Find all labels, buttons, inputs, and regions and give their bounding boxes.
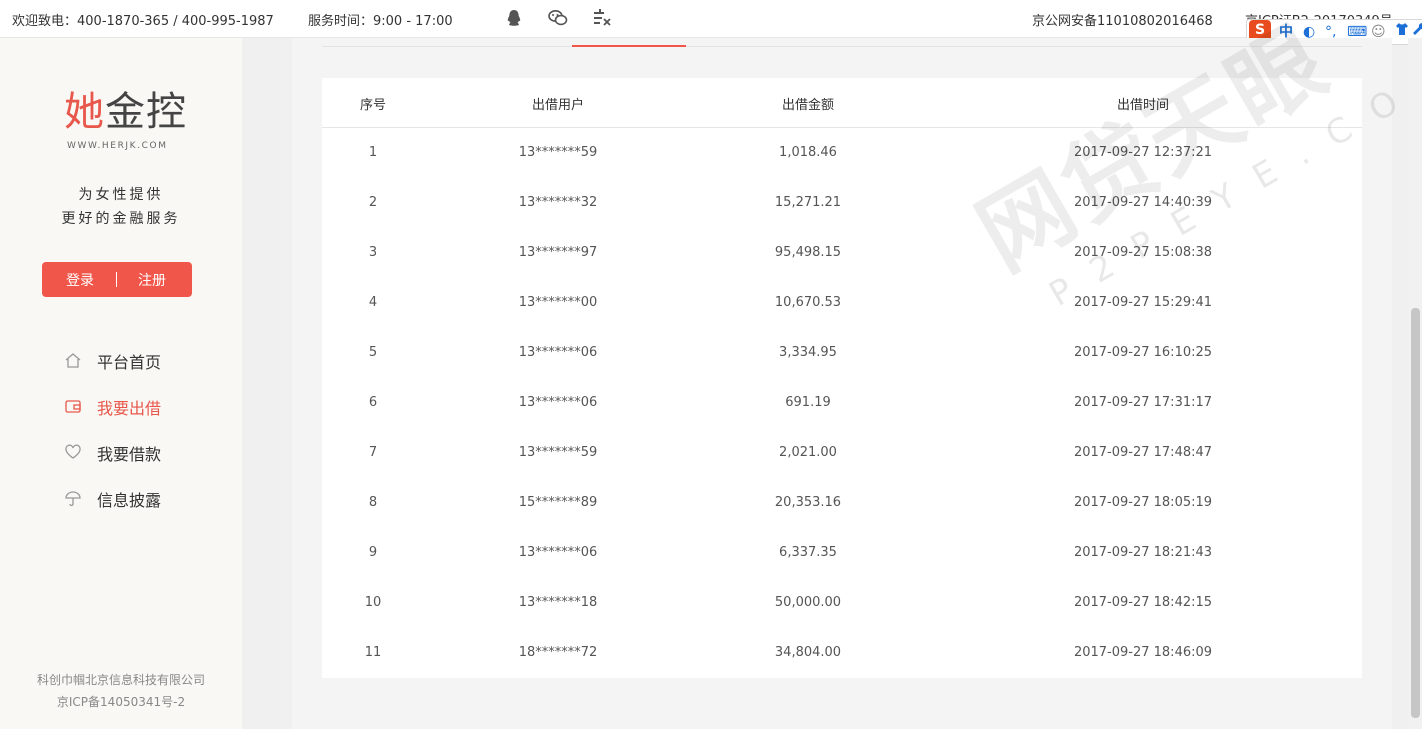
active-tab-indicator <box>572 45 686 47</box>
hotline-text: 欢迎致电：400-1870-365 / 400-995-1987 <box>12 14 274 29</box>
table-row: 5 13*******06 3,334.95 2017-09-27 16:10:25 <box>322 328 1362 378</box>
header-user: 出借用户 <box>531 98 585 113</box>
table-row: 10 13*******18 50,000.00 2017-09-27 18:42:1… <box>322 578 1362 628</box>
wechat-icon[interactable] <box>548 9 568 27</box>
header-time: 出借时间 <box>1116 98 1170 113</box>
nav-item-label: 我要出借 <box>97 399 162 418</box>
lending-records-table: 序号 出借用户 出借金额 出借时间 1 13*******59 1,018.46 20… <box>322 78 1362 678</box>
cell-time: 2017-09-27 17:31:17 <box>1073 395 1213 410</box>
heart-icon <box>64 443 82 461</box>
table-row: 9 13*******06 6,337.35 2017-09-27 18:21:43 <box>322 528 1362 578</box>
qq-icon[interactable] <box>505 9 523 27</box>
cell-time: 2017-09-27 14:40:39 <box>1073 195 1213 210</box>
cell-index: 3 <box>368 245 378 260</box>
cell-time: 2017-09-27 18:05:19 <box>1073 495 1213 510</box>
cell-index: 11 <box>364 645 382 660</box>
cell-amount: 6,337.35 <box>779 545 837 560</box>
cell-user: 13*******06 <box>518 545 598 560</box>
home-icon <box>64 351 82 369</box>
cell-index: 5 <box>368 345 378 360</box>
wallet-icon <box>64 397 82 415</box>
auth-divider <box>116 272 117 287</box>
cell-user: 13*******06 <box>518 395 598 410</box>
cell-user: 13*******06 <box>518 345 598 360</box>
footer-company: 科创巾帼北京信息科技有限公司 <box>36 673 205 687</box>
cell-user: 13*******00 <box>518 295 598 310</box>
cell-user: 18*******72 <box>518 645 598 660</box>
cell-time: 2017-09-27 17:48:47 <box>1073 445 1213 460</box>
cell-index: 10 <box>364 595 382 610</box>
weibo-icon[interactable] <box>593 9 611 27</box>
cell-index: 4 <box>368 295 378 310</box>
cell-index: 9 <box>368 545 378 560</box>
cell-user: 13*******32 <box>518 195 598 210</box>
cell-amount: 50,000.00 <box>774 595 842 610</box>
umbrella-icon <box>64 489 82 507</box>
register-button[interactable]: 注册 <box>138 270 166 290</box>
nav-item-label: 平台首页 <box>97 353 162 372</box>
auth-button-group: 登录 注册 <box>42 262 192 297</box>
nav-item-label: 信息披露 <box>97 491 162 510</box>
cell-time: 2017-09-27 16:10:25 <box>1073 345 1213 360</box>
sidebar: 她金控 WWW.HERJK.COM 为女性提供 更好的金融服务 登录 注册 平台… <box>0 38 242 729</box>
footer-icp: 京ICP备14050341号-2 <box>56 695 186 709</box>
table-row: 11 18*******72 34,804.00 2017-09-27 18:46:0… <box>322 628 1362 678</box>
table-row: 7 13*******59 2,021.00 2017-09-27 17:48:47 <box>322 428 1362 478</box>
cell-time: 2017-09-27 15:08:38 <box>1073 245 1213 260</box>
shirt-icon[interactable] <box>1395 22 1409 42</box>
cell-index: 2 <box>368 195 378 210</box>
table-row: 2 13*******32 15,271.21 2017-09-27 14:40:39 <box>322 178 1362 228</box>
slogan-line-2: 更好的金融服务 <box>61 211 181 227</box>
table-row: 6 13*******06 691.19 2017-09-27 17:31:17 <box>322 378 1362 428</box>
cell-user: 13*******59 <box>518 145 598 160</box>
slogan-line-1: 为女性提供 <box>78 187 164 203</box>
cell-index: 8 <box>368 495 378 510</box>
cell-amount: 691.19 <box>785 395 831 410</box>
cell-amount: 10,670.53 <box>774 295 842 310</box>
header-amount: 出借金额 <box>781 98 835 113</box>
brand-logo[interactable]: 她金控 <box>64 84 186 148</box>
cell-amount: 3,334.95 <box>779 345 837 360</box>
service-hours-text: 服务时间：9:00 - 17:00 <box>308 14 453 29</box>
header-index: 序号 <box>359 98 387 113</box>
brand-url: WWW.HERJK.COM <box>67 141 168 151</box>
cell-amount: 1,018.46 <box>779 145 837 160</box>
cell-amount: 15,271.21 <box>774 195 842 210</box>
cell-index: 7 <box>368 445 378 460</box>
cell-time: 2017-09-27 15:29:41 <box>1073 295 1213 310</box>
scrollbar-thumb[interactable] <box>1411 308 1420 718</box>
cell-amount: 34,804.00 <box>774 645 842 660</box>
table-row: 1 13*******59 1,018.46 2017-09-27 12:37:21 <box>322 128 1362 178</box>
cell-user: 15*******89 <box>518 495 598 510</box>
cell-amount: 2,021.00 <box>779 445 837 460</box>
cell-user: 13*******97 <box>518 245 598 260</box>
cell-amount: 95,498.15 <box>774 245 842 260</box>
cell-amount: 20,353.16 <box>774 495 842 510</box>
cell-time: 2017-09-27 18:21:43 <box>1073 545 1213 560</box>
police-record-text: 京公网安备11010802016468 <box>1032 14 1213 29</box>
nav-item-label: 我要借款 <box>97 445 162 464</box>
main-content: 序号 出借用户 出借金额 出借时间 1 13*******59 1,018.46 20… <box>292 38 1392 729</box>
cell-user: 13*******59 <box>518 445 598 460</box>
vertical-scrollbar[interactable] <box>1408 38 1422 729</box>
cell-time: 2017-09-27 12:37:21 <box>1073 145 1213 160</box>
top-bar: 欢迎致电：400-1870-365 / 400-995-1987 服务时间：9:… <box>0 0 1422 38</box>
table-row: 8 15*******89 20,353.16 2017-09-27 18:05:19 <box>322 478 1362 528</box>
table-row: 3 13*******97 95,498.15 2017-09-27 15:08:38 <box>322 228 1362 278</box>
cell-user: 13*******18 <box>518 595 598 610</box>
table-header: 序号 出借用户 出借金额 出借时间 <box>322 78 1362 128</box>
cell-index: 6 <box>368 395 378 410</box>
table-row: 4 13*******00 10,670.53 2017-09-27 15:29:41 <box>322 278 1362 328</box>
cell-time: 2017-09-27 18:42:15 <box>1073 595 1213 610</box>
login-button[interactable]: 登录 <box>66 270 94 290</box>
cell-time: 2017-09-27 18:46:09 <box>1073 645 1213 660</box>
brand-logo-mark: 她金控 <box>64 89 187 135</box>
cell-index: 1 <box>368 145 378 160</box>
tab-divider <box>322 46 1362 47</box>
